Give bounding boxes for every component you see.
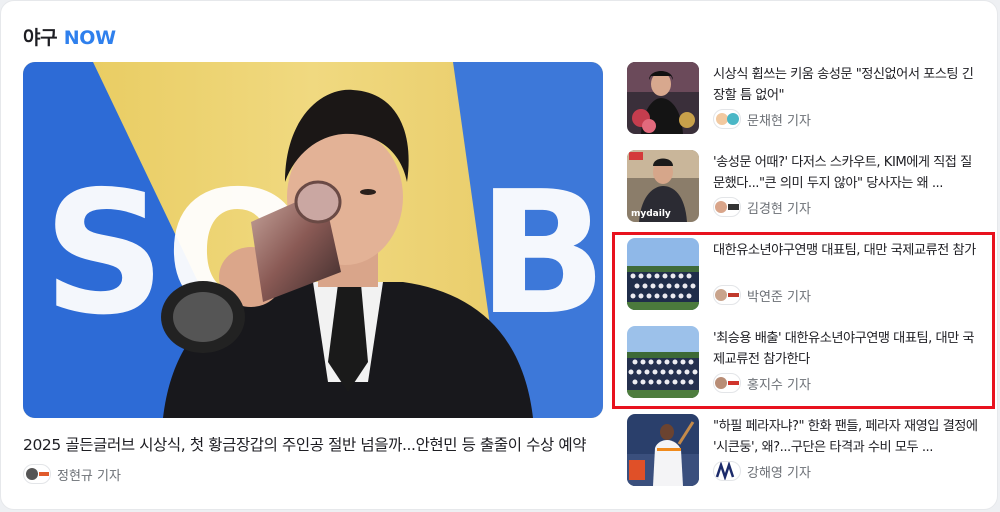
- article-author: 김경현 기자: [713, 197, 811, 217]
- baseball-now-card: 야구 NOW SOL B: [0, 0, 998, 510]
- press-logo-icon: [713, 109, 741, 129]
- highlight-box: [612, 232, 995, 409]
- article-title: '송성문 어때?' 다저스 스카우트, KIM에게 직접 질문했다..."큰 의…: [713, 155, 972, 191]
- press-logo-icon: [713, 461, 741, 481]
- article-item[interactable]: 시상식 휩쓰는 키움 송성문 "정신없어서 포스팅 긴장할 틈 없어" 문채현 …: [627, 62, 977, 136]
- hero-author[interactable]: 정현규 기자: [23, 464, 121, 484]
- article-title: "하필 페라자냐?" 한화 팬들, 페라자 재영입 결정에 '시큰둥', 왜?.…: [713, 419, 978, 455]
- article-title: 시상식 휩쓰는 키움 송성문 "정신없어서 포스팅 긴장할 틈 없어": [713, 67, 974, 103]
- article-author: 강해영 기자: [713, 461, 811, 481]
- article-item[interactable]: "하필 페라자냐?" 한화 팬들, 페라자 재영입 결정에 '시큰둥', 왜?.…: [627, 414, 978, 488]
- press-logo-icon: [23, 464, 51, 484]
- press-logo-icon: [713, 197, 741, 217]
- article-thumbnail: mydaily: [627, 150, 699, 222]
- section-title-accent: NOW: [63, 27, 116, 49]
- thumbnail-watermark: mydaily: [631, 209, 671, 219]
- author-name: 정현규 기자: [57, 468, 121, 484]
- section-title: 야구 NOW: [23, 23, 116, 50]
- author-name: 김경현 기자: [747, 201, 811, 217]
- author-name: 문채현 기자: [747, 113, 811, 129]
- hero-photo: SOL B: [23, 62, 603, 418]
- article-thumbnail: [627, 414, 699, 486]
- section-title-main: 야구: [23, 27, 58, 49]
- article-author: 문채현 기자: [713, 109, 811, 129]
- hero-article-title[interactable]: 2025 골든글러브 시상식, 첫 황금장갑의 주인공 절반 넘을까...안현민…: [23, 433, 613, 455]
- article-item[interactable]: mydaily '송성문 어때?' 다저스 스카우트, KIM에게 직접 질문했…: [627, 150, 977, 224]
- author-name: 강해영 기자: [747, 465, 811, 481]
- hero-image[interactable]: SOL B: [23, 62, 603, 418]
- article-thumbnail: [627, 62, 699, 134]
